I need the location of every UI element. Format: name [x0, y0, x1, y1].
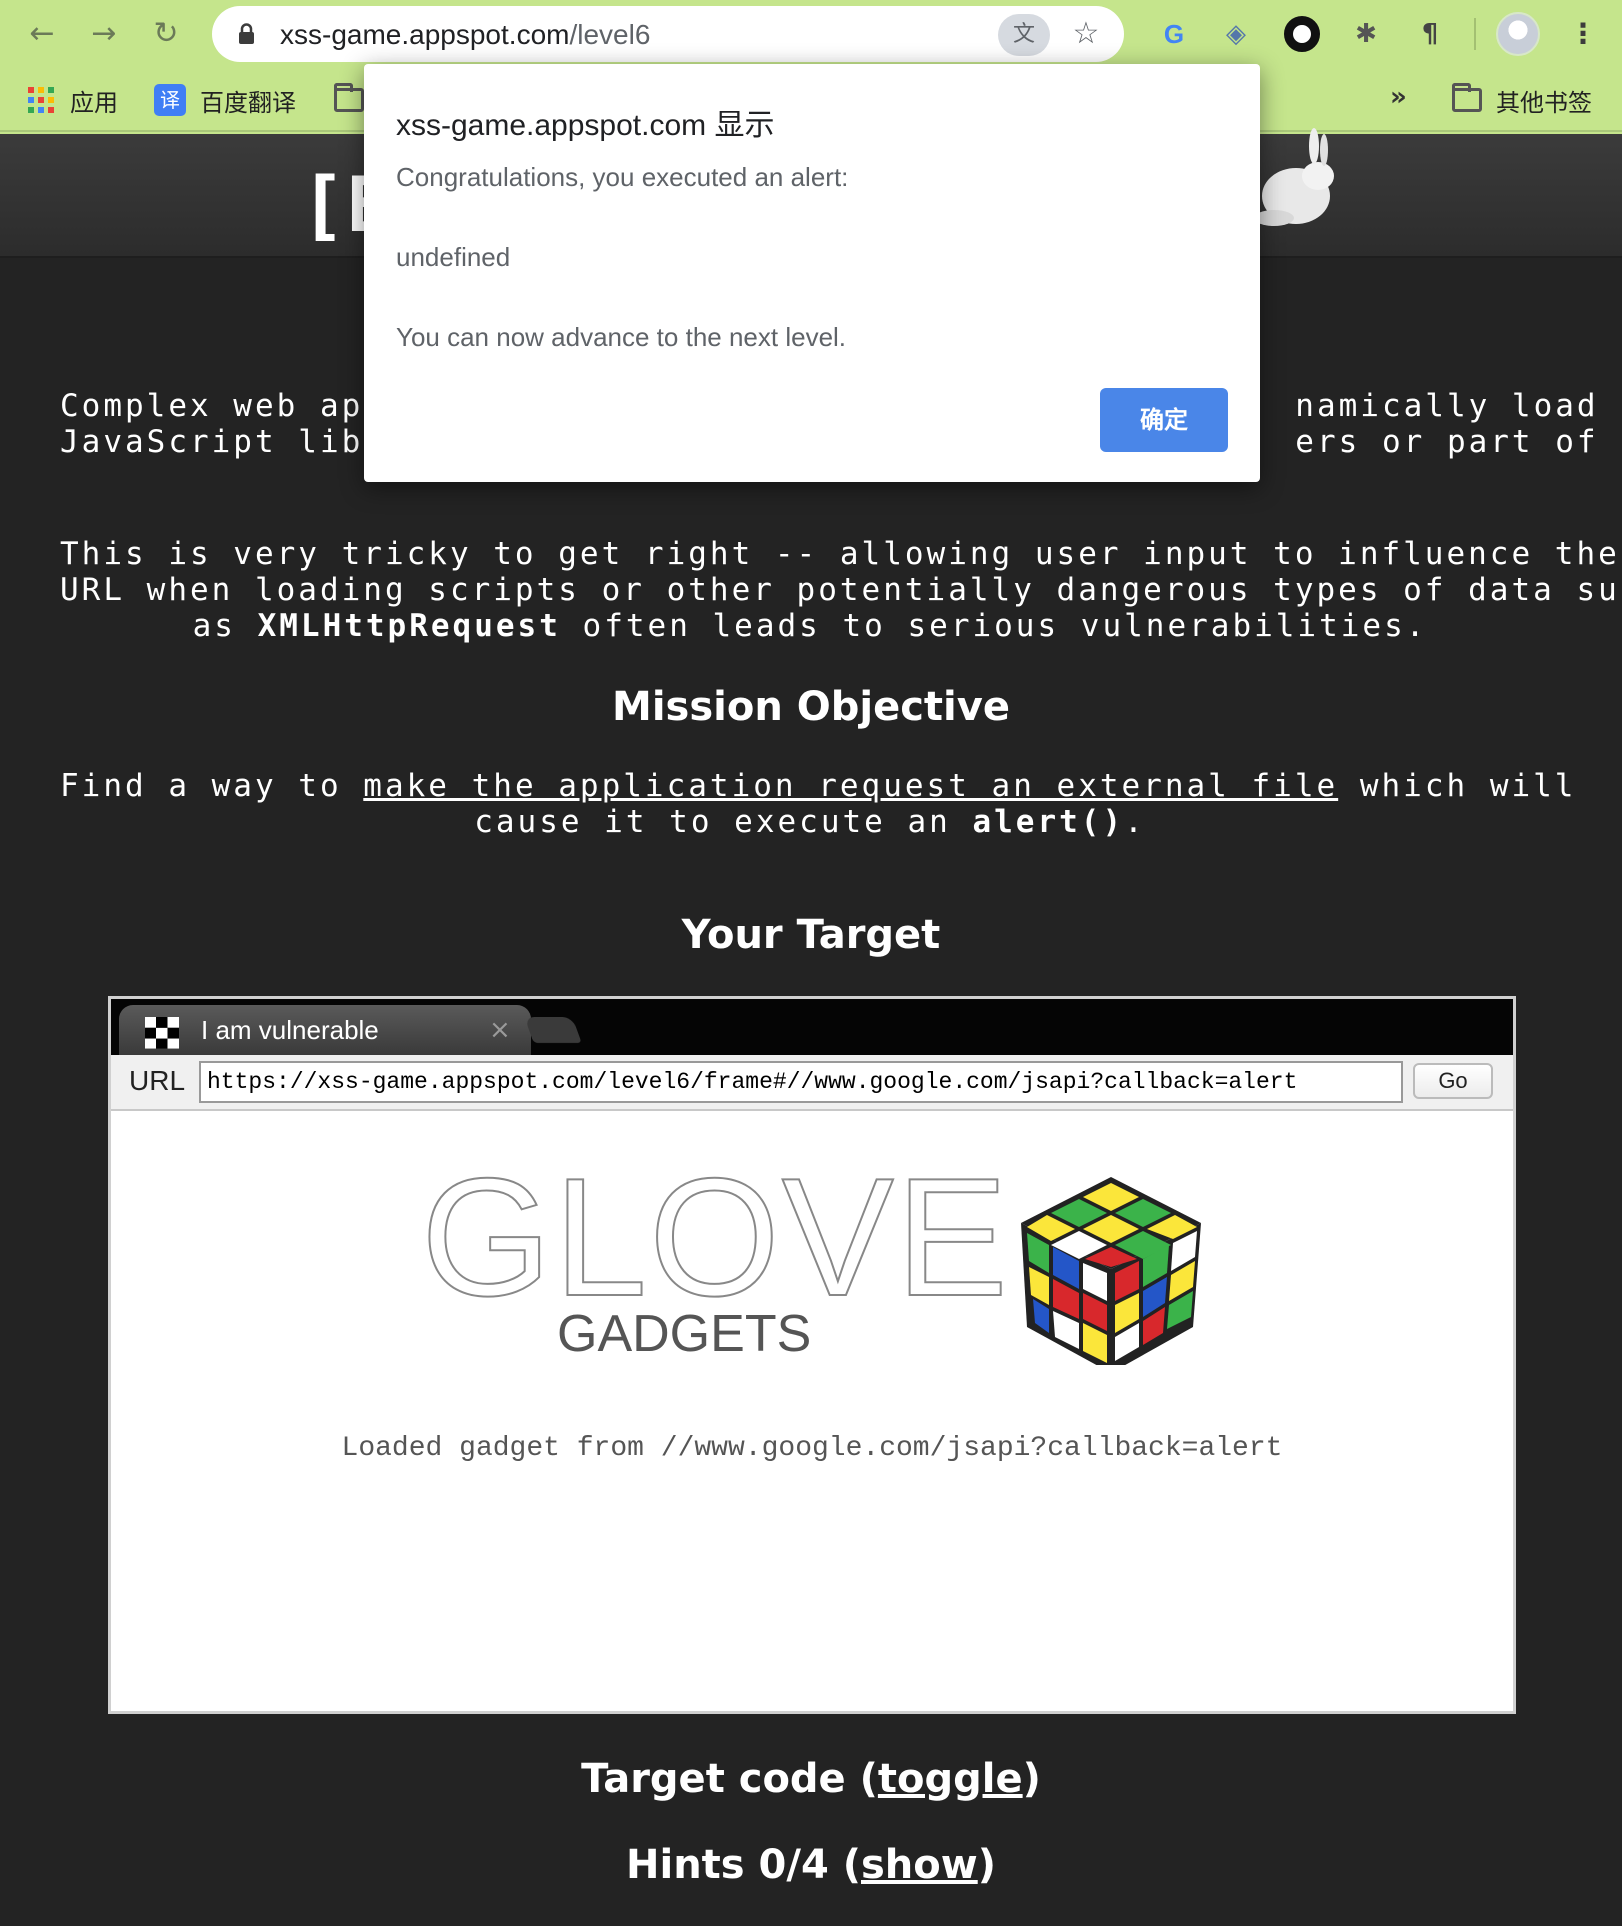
circle-extension-icon[interactable] [1280, 12, 1324, 56]
mission-post: which will [1338, 768, 1577, 804]
apps-grid-icon [28, 87, 54, 113]
bookmark-label: 百度翻译 [200, 88, 296, 117]
hints-pre: Hints 0/4 ( [626, 1842, 861, 1888]
intro-line1-right: namically load [1295, 388, 1599, 424]
toggle-code-link[interactable]: toggle [878, 1756, 1023, 1802]
dialog-ok-button[interactable]: 确定 [1100, 388, 1228, 452]
mission-link[interactable]: make the application request an external… [363, 768, 1338, 804]
intro2-line2: URL when loading scripts or other potent… [60, 572, 1622, 608]
bookmark-label: 应用 [70, 88, 118, 117]
alert-code: alert() [972, 804, 1125, 840]
intro-line2-right: ers or part of [1295, 424, 1599, 460]
folder-icon [334, 83, 364, 112]
frame-url-label: URL [129, 1065, 186, 1096]
show-hints-link[interactable]: show [861, 1842, 978, 1888]
glove-gadgets-logo: GLOVE GADGETS [421, 1165, 1201, 1365]
other-bookmarks-label: 其他书签 [1496, 88, 1592, 117]
baidu-translate-icon: 译 [154, 84, 186, 116]
gear-extension-icon[interactable]: ✱ [1344, 12, 1388, 56]
logo-subword: GADGETS [557, 1305, 811, 1363]
address-text[interactable]: xss-game.appspot.com/level6 [280, 19, 650, 51]
bookmark-star-icon[interactable]: ☆ [1066, 14, 1106, 54]
other-bookmarks[interactable]: 其他书签 [1452, 82, 1592, 118]
mission-text: Find a way to make the application reque… [60, 768, 1573, 840]
fish-extension-icon[interactable]: ◈ [1214, 12, 1258, 56]
new-tab-button[interactable] [524, 1017, 582, 1043]
target-code-post: ) [1022, 1756, 1041, 1802]
lock-icon [239, 23, 254, 44]
mission-line2-post: . [1124, 804, 1146, 840]
intro-paragraph-2: This is very tricky to get right -- allo… [60, 536, 1622, 644]
circle-extension-glyph [1284, 16, 1320, 52]
forward-button[interactable]: → [84, 14, 124, 54]
toolbar-separator [1474, 18, 1476, 50]
browser-menu-icon[interactable]: ⋮ [1566, 12, 1600, 56]
target-code-heading: Target code (toggle) [0, 1756, 1622, 1802]
reload-button[interactable]: ↻ [146, 14, 186, 54]
dialog-message-line2: undefined [396, 242, 511, 272]
rubiks-cube-icon [1021, 1177, 1201, 1365]
dialog-message-line3: You can now advance to the next level. [396, 322, 847, 352]
alert-dialog: xss-game.appspot.com 显示 Congratulations,… [364, 64, 1260, 482]
frame-tab[interactable]: I am vulnerable × [119, 1005, 531, 1055]
dialog-title: xss-game.appspot.com 显示 [396, 109, 775, 142]
tab-close-icon[interactable]: × [489, 1015, 511, 1045]
target-code-pre: Target code ( [581, 1756, 878, 1802]
intro2-line3-post: often leads to serious vulnerabilities. [560, 608, 1428, 644]
google-translate-extension-icon[interactable]: G [1152, 12, 1196, 56]
frame-url-bar: URL https://xss-game.appspot.com/level6/… [111, 1055, 1513, 1111]
intro-line1-left: Complex web ap [60, 388, 364, 424]
xmlhttprequest-code: XMLHttpRequest [257, 608, 561, 644]
go-button[interactable]: Go [1413, 1063, 1493, 1099]
loaded-gadget-message: Loaded gadget from //www.google.com/jsap… [341, 1433, 1283, 1464]
url-path: /level6 [569, 19, 651, 50]
paragraph-extension-icon[interactable]: ¶ [1408, 12, 1452, 56]
bookmark-baidu-translate[interactable]: 译 百度翻译 [154, 82, 296, 118]
intro-line2-left: JavaScript lib [60, 424, 364, 460]
mission-objective-title: Mission Objective [612, 684, 1010, 730]
frame-tab-title: I am vulnerable [201, 1015, 379, 1045]
intro2-line3-pre: as [192, 608, 258, 644]
mission-line2-pre: cause it to execute an [474, 804, 973, 840]
bookmarks-overflow-button[interactable]: » [1390, 82, 1407, 112]
translate-page-icon[interactable]: 文 [998, 14, 1050, 56]
hints-heading: Hints 0/4 (show) [0, 1842, 1622, 1888]
browser-toolbar: ← → ↻ xss-game.appspot.com/level6 文 ☆ G … [0, 0, 1622, 68]
bookmark-apps[interactable]: 应用 [28, 82, 118, 118]
frame-tab-strip: I am vulnerable × [111, 999, 1513, 1055]
address-bar[interactable]: xss-game.appspot.com/level6 文 ☆ [212, 6, 1124, 62]
url-host: xss-game.appspot.com [280, 19, 570, 50]
profile-avatar[interactable] [1496, 12, 1540, 56]
checker-favicon-icon [145, 1017, 179, 1049]
dialog-message-line1: Congratulations, you executed an alert: [396, 162, 849, 192]
hints-post: ) [977, 1842, 996, 1888]
intro2-line1: This is very tricky to get right -- allo… [60, 536, 1620, 572]
frame-url-input[interactable]: https://xss-game.appspot.com/level6/fram… [199, 1061, 1403, 1103]
back-button[interactable]: ← [22, 14, 62, 54]
mission-pre: Find a way to [60, 768, 364, 804]
your-target-title: Your Target [681, 912, 941, 958]
vulnerable-frame: I am vulnerable × URL https://xss-game.a… [108, 996, 1516, 1714]
folder-icon [1452, 83, 1482, 112]
